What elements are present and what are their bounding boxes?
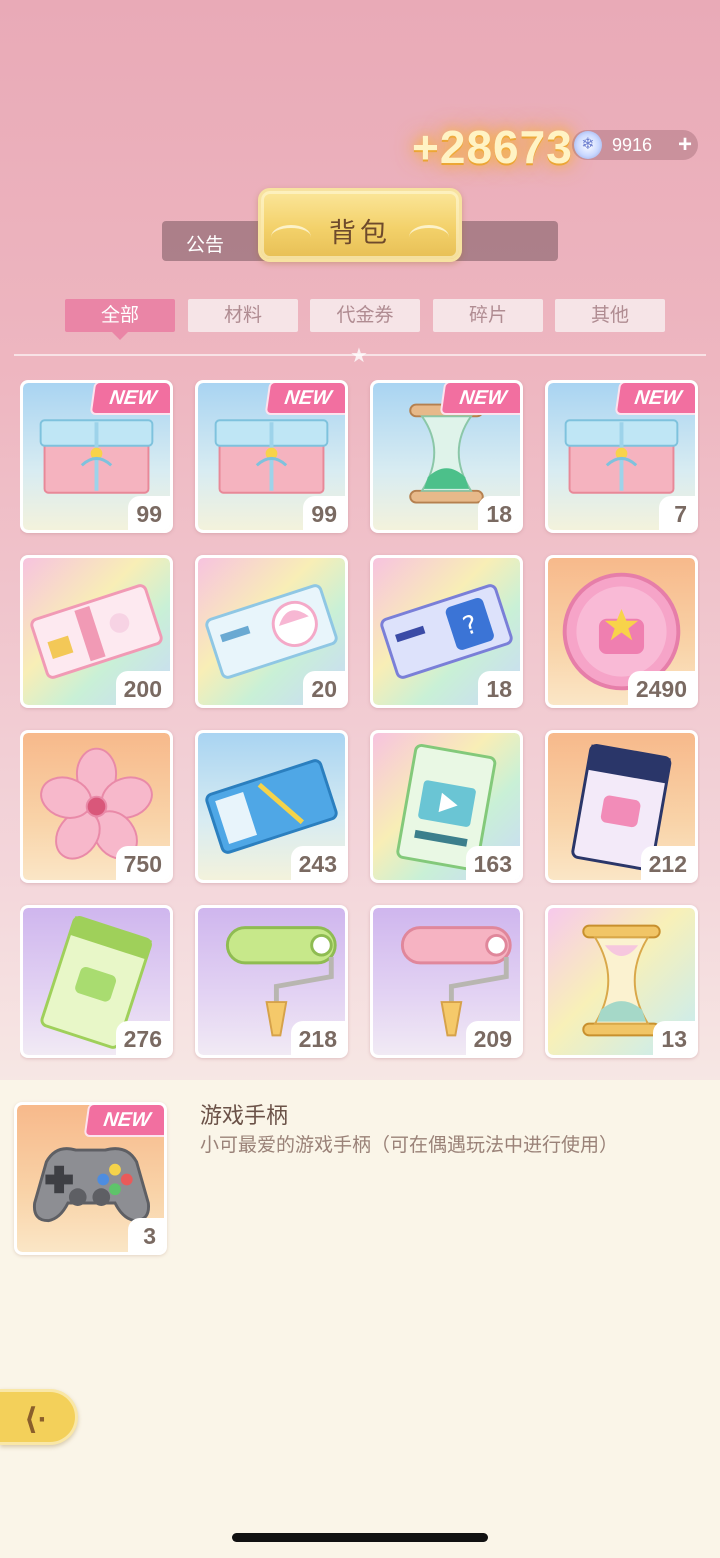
item-description: 小可最爱的游戏手柄（可在偶遇玩法中进行使用） — [200, 1135, 619, 1156]
tab-materials[interactable]: 材料 — [188, 299, 298, 332]
tab-vouchers[interactable]: 代金券 — [310, 299, 420, 332]
inventory-item[interactable]: NEW 7 — [545, 380, 698, 533]
inventory-item[interactable]: 209 — [370, 905, 523, 1058]
page-title: 背包 — [329, 218, 391, 248]
back-button[interactable]: ⟨· — [0, 1389, 78, 1445]
inventory-item[interactable]: ? 18 — [370, 555, 523, 708]
item-count: 218 — [290, 1021, 345, 1055]
item-count: 163 — [465, 846, 520, 880]
inventory-item[interactable]: 163 — [370, 730, 523, 883]
inventory-item[interactable]: NEW 99 — [20, 380, 173, 533]
item-count: 18 — [478, 496, 520, 530]
item-count: 99 — [128, 496, 170, 530]
item-count: 13 — [653, 1021, 695, 1055]
inventory-item[interactable]: 200 — [20, 555, 173, 708]
selected-item[interactable]: NEW 3 — [14, 1102, 167, 1255]
gem-count: 9916 — [612, 135, 653, 155]
item-count: 209 — [465, 1021, 520, 1055]
item-count: 276 — [115, 1021, 170, 1055]
inventory-item[interactable]: NEW 18 — [370, 380, 523, 533]
star-icon: ★ — [350, 345, 368, 367]
item-count: 20 — [303, 671, 345, 705]
inventory-item[interactable]: 243 — [195, 730, 348, 883]
add-gem-button[interactable]: + — [678, 130, 692, 160]
inventory-item[interactable]: 218 — [195, 905, 348, 1058]
inventory-item[interactable]: 750 — [20, 730, 173, 883]
new-badge: NEW — [85, 1105, 164, 1135]
snowflake-gem-icon: ❄ — [574, 131, 602, 159]
new-badge: NEW — [91, 383, 170, 413]
item-count: 243 — [290, 846, 345, 880]
inventory-item[interactable]: 20 — [195, 555, 348, 708]
new-badge: NEW — [441, 383, 520, 413]
home-indicator[interactable] — [232, 1533, 488, 1542]
inventory-item[interactable]: 276 — [20, 905, 173, 1058]
notice-label: 公告 — [186, 235, 225, 256]
item-count: 200 — [115, 671, 170, 705]
item-count: 7 — [659, 496, 695, 530]
item-count: 212 — [640, 846, 695, 880]
category-tabs: 全部 材料 代金券 碎片 其他 — [65, 299, 665, 340]
back-arrow-icon: ⟨· — [24, 1403, 48, 1436]
item-count: 99 — [303, 496, 345, 530]
inventory-grid: NEW 99 NEW 99 NEW 18 NEW 7 200 20 ? 18 2490 750 243 163… — [20, 380, 700, 1080]
inventory-item[interactable]: 13 — [545, 905, 698, 1058]
new-badge: NEW — [616, 383, 695, 413]
item-count: 18 — [478, 671, 520, 705]
tab-others[interactable]: 其他 — [555, 299, 665, 332]
item-count: 750 — [115, 846, 170, 880]
item-title: 游戏手柄 — [200, 1103, 289, 1128]
top-bar: +28673 ❄ 9916 + 公告 背包 — [0, 0, 720, 290]
tab-all[interactable]: 全部 — [65, 299, 175, 340]
item-count: 3 — [128, 1218, 164, 1252]
tab-fragments[interactable]: 碎片 — [433, 299, 543, 332]
title-plaque: 背包 — [258, 188, 462, 262]
inventory-item[interactable]: 212 — [545, 730, 698, 883]
gem-currency-bar[interactable]: ❄ 9916 + — [572, 130, 698, 160]
inventory-item[interactable]: 2490 — [545, 555, 698, 708]
reward-popup: +28673 — [412, 121, 573, 173]
inventory-item[interactable]: NEW 99 — [195, 380, 348, 533]
item-detail-panel: NEW 3 游戏手柄 小可最爱的游戏手柄（可在偶遇玩法中进行使用） — [0, 1080, 720, 1558]
new-badge: NEW — [266, 383, 345, 413]
item-count: 2490 — [627, 671, 695, 705]
